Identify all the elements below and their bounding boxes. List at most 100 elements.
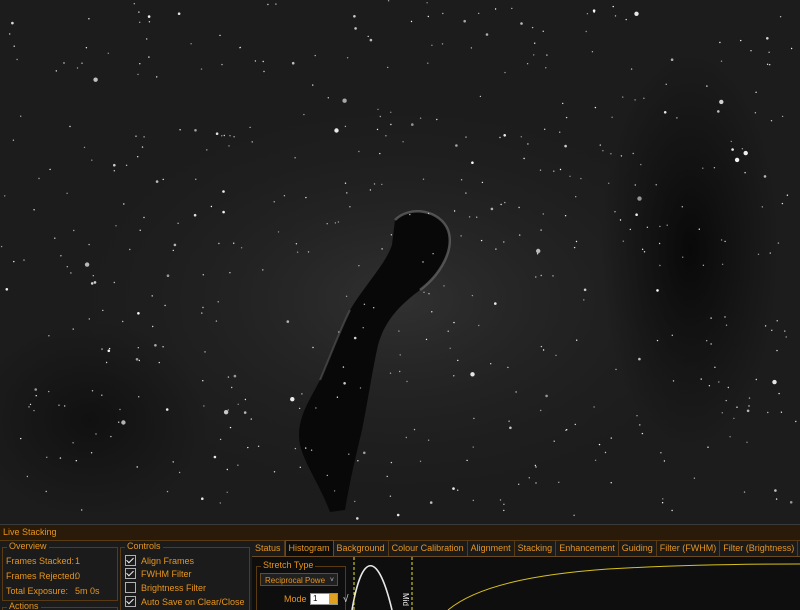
tab-enhancement[interactable]: Enhancement [556,541,619,556]
check-icon [125,555,136,566]
star [237,464,239,466]
star [75,460,78,462]
star [708,385,711,387]
star [736,406,738,408]
star [771,329,773,331]
star [146,38,148,40]
star [95,433,97,435]
star [307,251,310,253]
star [219,502,221,504]
star [26,475,29,478]
star [298,407,301,410]
star [575,240,578,243]
star [455,144,458,147]
star [719,99,724,105]
star [11,21,14,25]
star [634,11,639,16]
tab-colour-calibration[interactable]: Colour Calibration [389,541,468,556]
star [201,497,204,501]
tab-filter-brightness[interactable]: Filter (Brightness) [720,541,799,556]
star [457,489,459,491]
star [503,503,505,505]
star [305,196,307,199]
star [223,134,225,137]
star [0,245,3,248]
star [379,152,381,155]
star [423,291,425,293]
star [569,175,571,177]
star [553,170,555,172]
star [118,421,120,423]
star [172,461,174,463]
star [58,404,60,406]
star [93,77,98,82]
star [151,295,153,297]
star [504,201,506,204]
tab-stacking[interactable]: Stacking [515,541,557,556]
frames-rejected-value: 0 [75,571,81,581]
star [63,62,65,64]
star [262,269,264,271]
star [115,225,117,227]
tab-filter-fwhm[interactable]: Filter (FWHM) [657,541,721,556]
star [535,466,537,468]
star [470,372,475,377]
star [460,235,462,237]
star [507,366,509,369]
total-exposure-value: 5m 0s [75,586,100,596]
tab-histogram[interactable]: Histogram [284,540,334,557]
star [766,63,769,65]
brightness-filter-checkbox[interactable]: Brightness Filter [125,582,206,593]
star [544,128,546,130]
star [81,509,83,511]
star [294,157,296,159]
star [72,328,74,330]
align-frames-checkbox[interactable]: Align Frames [125,555,194,566]
star [706,340,708,342]
star [743,491,746,493]
auto-save-checkbox[interactable]: Auto Save on Clear/Close [125,596,245,607]
star [503,134,507,137]
star [48,390,50,393]
star [419,460,422,462]
star [387,66,389,69]
star [133,3,135,5]
star [107,349,111,353]
star [137,347,139,349]
tab-status[interactable]: Status [252,541,285,556]
star [471,161,474,164]
star [357,460,359,462]
star [702,167,704,169]
star [367,35,369,38]
star [125,164,128,166]
mode-stepper[interactable]: 1 [310,593,338,605]
star [88,18,90,20]
star [746,441,748,443]
star [427,62,429,64]
star [312,84,314,86]
star [373,307,375,309]
star [540,409,542,412]
star [228,145,230,147]
brightness-filter-label: Brightness Filter [141,582,207,593]
star [604,451,607,454]
star [757,253,760,255]
star [290,397,295,402]
star [215,320,218,322]
tab-guiding[interactable]: Guiding [619,541,657,556]
star [356,517,359,520]
star [580,177,582,180]
star [45,490,47,493]
spinner-arrows-icon[interactable] [329,594,337,604]
tab-alignment[interactable]: Alignment [468,541,515,556]
star [138,11,140,13]
histogram-plot[interactable] [348,557,800,610]
fwhm-filter-checkbox[interactable]: FWHM Filter [125,568,192,579]
star [218,242,220,245]
tab-background[interactable]: Background [334,541,389,556]
star [251,141,253,143]
star [135,135,137,137]
stacked-image-view[interactable] [0,0,800,524]
stretch-type-select[interactable]: Reciprocal Powe ˅ [260,573,338,586]
star [327,97,329,99]
